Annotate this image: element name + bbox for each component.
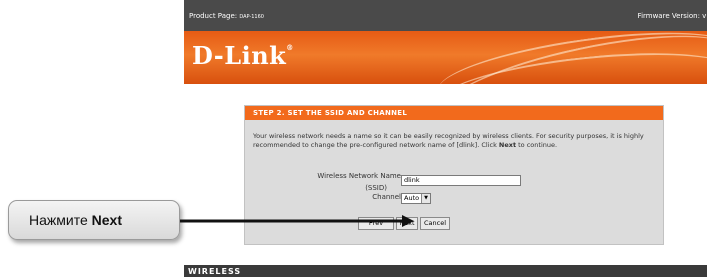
brand-banner: D-Link®	[184, 31, 707, 84]
callout-text: Нажмите Next	[29, 212, 122, 228]
firmware-version: Firmware Version: v1.	[637, 12, 707, 20]
ssid-input[interactable]: dlink	[401, 175, 521, 186]
description-next-emphasis: Next	[498, 141, 517, 149]
next-button[interactable]: Next	[396, 217, 418, 230]
chevron-down-icon[interactable]: ▼	[421, 194, 430, 203]
wireless-footer: WIRELESS	[184, 265, 707, 277]
logo-registered-mark: ®	[286, 43, 294, 52]
channel-selected-value: Auto	[404, 194, 420, 202]
description-text-end: to continue.	[516, 141, 558, 149]
logo-text: D-Link	[192, 41, 287, 70]
channel-label: Channel	[372, 193, 401, 201]
prev-button[interactable]: Prev	[358, 217, 394, 230]
instruction-callout: Нажмите Next	[8, 200, 180, 240]
ssid-label-line1: Wireless Network Name	[317, 172, 401, 180]
wizard-panel: STEP 2. SET THE SSID AND CHANNEL Your wi…	[244, 105, 664, 245]
ssid-label: Wireless Network Name (SSID)	[291, 170, 401, 194]
callout-text-bold: Next	[91, 212, 122, 228]
router-web-page: Product Page: DAP-1160 Firmware Version:…	[184, 0, 707, 277]
dlink-logo: D-Link®	[192, 41, 294, 70]
callout-text-regular: Нажмите	[29, 212, 92, 228]
product-page-label: Product Page:	[189, 12, 238, 20]
product-model: DAP-1160	[239, 14, 264, 20]
cancel-button[interactable]: Cancel	[420, 217, 450, 230]
wizard-description: Your wireless network needs a name so it…	[253, 132, 658, 150]
channel-select[interactable]: Auto ▼	[401, 193, 431, 204]
top-bar: Product Page: DAP-1160 Firmware Version:…	[184, 0, 707, 31]
wizard-step-title: STEP 2. SET THE SSID AND CHANNEL	[245, 106, 663, 120]
description-text: Your wireless network needs a name so it…	[253, 132, 644, 149]
product-page-text: Product Page: DAP-1160	[189, 12, 264, 20]
